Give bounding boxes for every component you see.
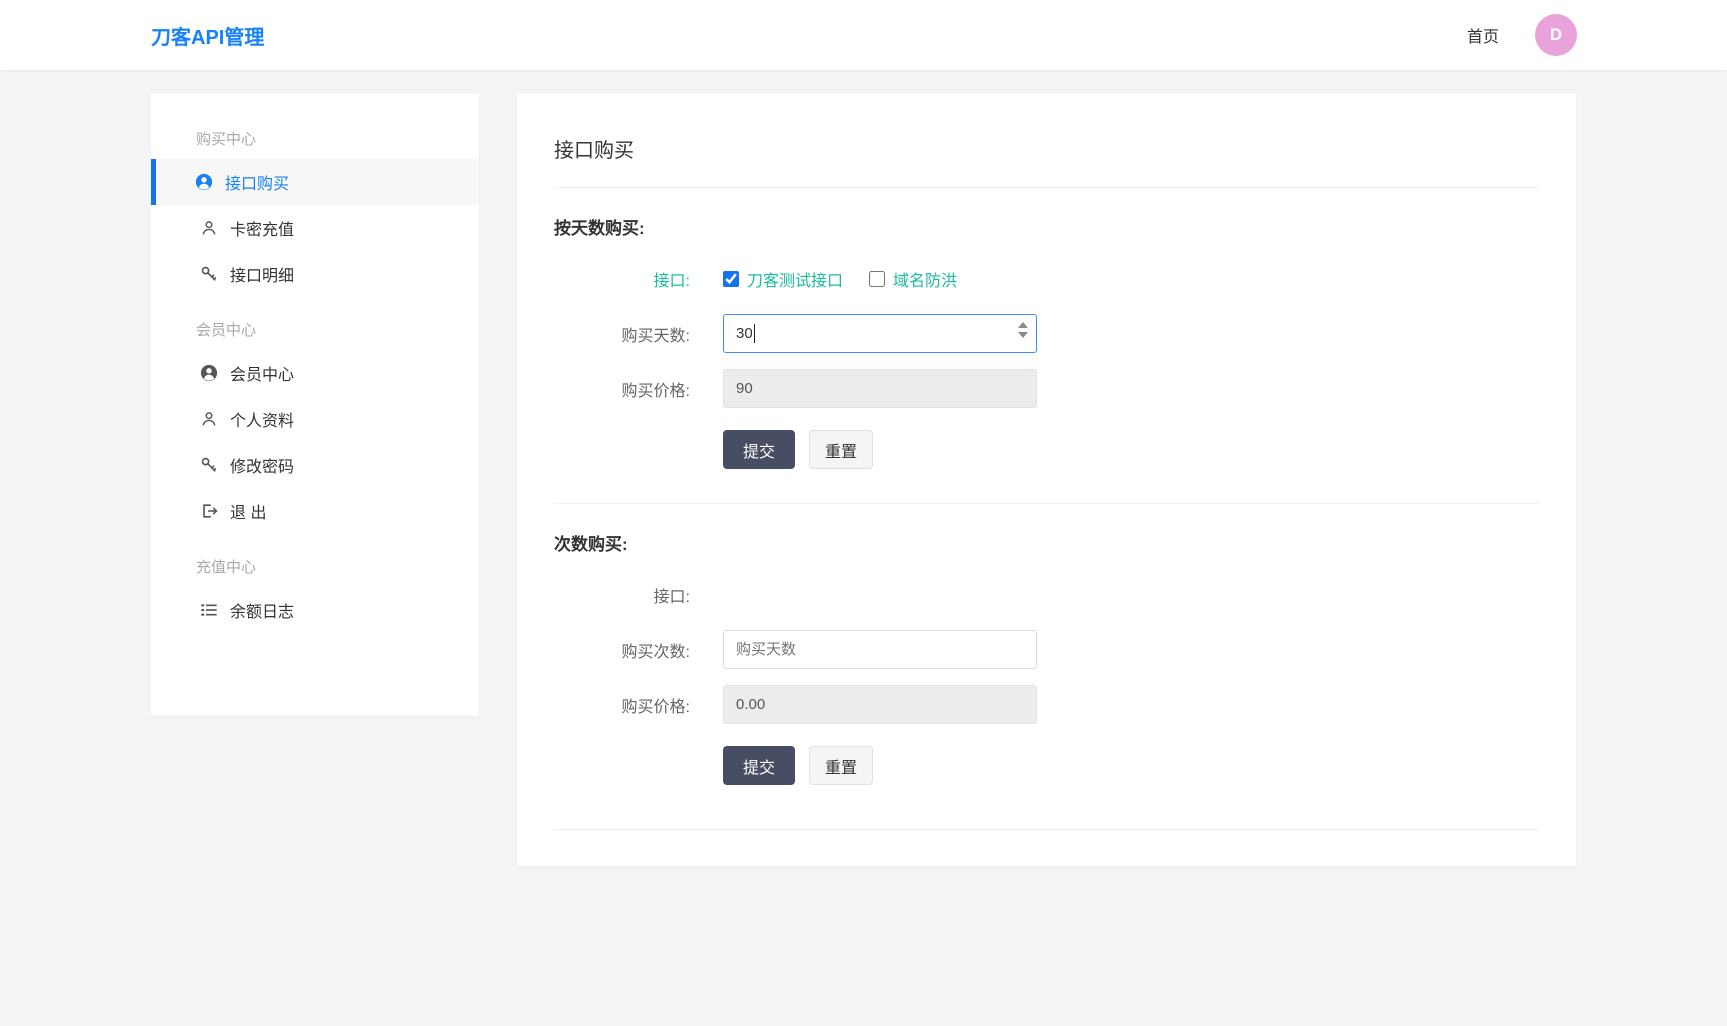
user-circle-icon bbox=[200, 364, 218, 382]
sidebar-section-purchase-center: 购买中心 bbox=[196, 131, 257, 148]
avatar[interactable]: D bbox=[1535, 14, 1577, 56]
key-icon bbox=[200, 456, 218, 474]
day-reset-button[interactable]: 重置 bbox=[809, 430, 874, 469]
sidebar-item-label: 修改密码 bbox=[230, 459, 295, 476]
sidebar-item-api-details[interactable]: 接口明细 bbox=[151, 251, 479, 297]
title-divider bbox=[554, 187, 1539, 188]
count-api-label: 接口: bbox=[653, 588, 690, 606]
sidebar: 购买中心 接口购买 卡密充值 接口明细 会员中心 会员中心 个人资料 修改密码 … bbox=[151, 94, 479, 716]
days-label: 购买天数: bbox=[621, 327, 690, 345]
checkbox-daoke-test-api[interactable]: 刀客测试接口 bbox=[723, 267, 843, 291]
count-section-heading: 次数购买: bbox=[554, 535, 628, 554]
sidebar-item-label: 会员中心 bbox=[230, 367, 295, 384]
day-count-row: 购买天数: bbox=[554, 314, 1539, 353]
day-price-row: 购买价格: bbox=[554, 369, 1539, 408]
top-header: 刀客API管理 首页 D bbox=[0, 0, 1727, 70]
app-title[interactable]: 刀客API管理 bbox=[151, 21, 264, 50]
daoke-test-api-checkbox[interactable] bbox=[723, 270, 739, 287]
domain-flood-checkbox[interactable] bbox=[869, 270, 886, 287]
sidebar-item-profile[interactable]: 个人资料 bbox=[151, 396, 479, 442]
page-content: 购买中心 接口购买 卡密充值 接口明细 会员中心 会员中心 个人资料 修改密码 … bbox=[0, 70, 1727, 866]
days-input[interactable] bbox=[723, 314, 1037, 353]
home-link[interactable]: 首页 bbox=[1467, 23, 1499, 47]
day-api-row: 接口: 刀客测试接口 域名防洪 bbox=[554, 259, 1539, 298]
sidebar-item-card-recharge[interactable]: 卡密充值 bbox=[151, 205, 479, 251]
sidebar-item-balance-log[interactable]: 余额日志 bbox=[151, 587, 479, 633]
count-price-input bbox=[723, 685, 1037, 724]
sidebar-item-label: 卡密充值 bbox=[230, 222, 295, 239]
section-divider bbox=[554, 503, 1539, 504]
key-icon bbox=[200, 265, 218, 283]
sidebar-item-label: 个人资料 bbox=[230, 413, 295, 430]
user-circle-icon bbox=[195, 173, 213, 191]
spinner-up-icon[interactable] bbox=[1018, 322, 1028, 328]
count-buttons-row: 提交 重置 bbox=[723, 740, 1539, 795]
spinner-down-icon[interactable] bbox=[1018, 332, 1028, 338]
count-price-label: 购买价格: bbox=[621, 698, 690, 716]
day-buttons-row: 提交 重置 bbox=[723, 424, 1539, 479]
sidebar-item-logout[interactable]: 退 出 bbox=[151, 488, 479, 534]
sidebar-item-member-center[interactable]: 会员中心 bbox=[151, 350, 479, 396]
count-count-row: 购买次数: bbox=[554, 630, 1539, 669]
sidebar-section-member-center: 会员中心 bbox=[196, 322, 257, 339]
count-input[interactable] bbox=[723, 630, 1037, 669]
checkbox-label[interactable]: 域名防洪 bbox=[893, 267, 957, 291]
api-checkbox-group: 刀客测试接口 域名防洪 bbox=[723, 267, 957, 291]
day-price-input bbox=[723, 369, 1037, 408]
count-price-row: 购买价格: bbox=[554, 685, 1539, 724]
number-spinner[interactable] bbox=[1018, 322, 1028, 338]
sidebar-item-api-purchase[interactable]: 接口购买 bbox=[151, 159, 479, 205]
checkbox-label[interactable]: 刀客测试接口 bbox=[747, 267, 843, 291]
sidebar-item-label: 接口明细 bbox=[230, 268, 295, 285]
text-caret bbox=[754, 324, 755, 343]
header-right: 首页 D bbox=[1467, 14, 1577, 56]
days-input-wrap bbox=[723, 314, 1037, 353]
sidebar-item-label: 余额日志 bbox=[230, 604, 295, 621]
sidebar-item-label: 退 出 bbox=[230, 505, 267, 522]
sidebar-section-recharge-center: 充值中心 bbox=[196, 559, 257, 576]
user-outline-icon bbox=[200, 410, 218, 428]
count-label: 购买次数: bbox=[621, 643, 690, 661]
day-section-heading: 按天数购买: bbox=[554, 219, 645, 238]
day-api-label: 接口: bbox=[653, 272, 690, 290]
day-submit-button[interactable]: 提交 bbox=[723, 430, 796, 469]
day-price-label: 购买价格: bbox=[621, 382, 690, 400]
list-icon bbox=[200, 601, 218, 619]
checkbox-domain-flood[interactable]: 域名防洪 bbox=[869, 267, 957, 291]
sidebar-item-change-password[interactable]: 修改密码 bbox=[151, 442, 479, 488]
bottom-divider bbox=[554, 829, 1539, 830]
count-submit-button[interactable]: 提交 bbox=[723, 746, 796, 785]
count-reset-button[interactable]: 重置 bbox=[809, 746, 874, 785]
page-title: 接口购买 bbox=[554, 140, 634, 162]
user-outline-icon bbox=[200, 219, 218, 237]
count-api-row: 接口: bbox=[554, 575, 1539, 614]
sidebar-item-label: 接口购买 bbox=[225, 176, 290, 193]
logout-icon bbox=[200, 502, 218, 520]
api-purchase-panel: 接口购买 按天数购买: 接口: 刀客测试接口 域名防洪 购买天数: 30 购买价… bbox=[517, 94, 1576, 866]
